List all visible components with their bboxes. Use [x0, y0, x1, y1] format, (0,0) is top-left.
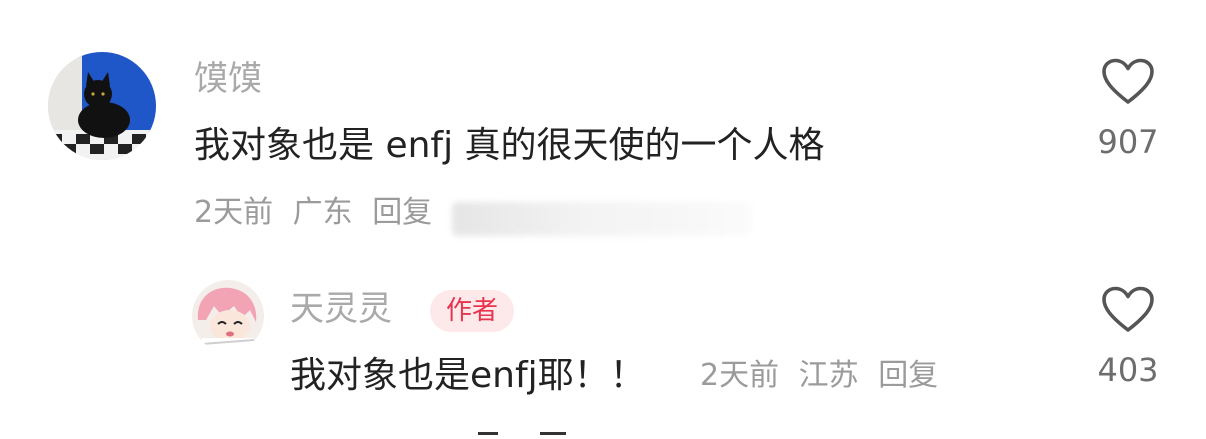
comment-location: 广东 [292, 195, 353, 230]
heart-outline-icon [1102, 286, 1154, 332]
like-button[interactable]: 907 [1088, 58, 1168, 158]
reply-text: 我对象也是enfj耶！！ [290, 355, 646, 396]
comment-meta: 2天前 广东 回复 [194, 198, 442, 228]
commenter-username[interactable]: 馍馍 [194, 62, 262, 96]
reply-location: 江苏 [798, 358, 859, 393]
comment-time: 2天前 [194, 195, 274, 230]
author-username[interactable]: 天灵灵 [290, 292, 392, 326]
blurred-reply-preview [452, 202, 752, 236]
avatar-anime-image [192, 280, 264, 352]
author-badge: 作者 [430, 290, 515, 332]
avatar-author[interactable] [192, 280, 264, 352]
avatar-commenter[interactable] [48, 52, 156, 160]
reply-button[interactable]: 回复 [372, 195, 432, 230]
reply-like-count: 403 [1097, 351, 1159, 389]
reply-like-button[interactable]: 403 [1088, 286, 1168, 386]
avatar-cat-image [48, 52, 156, 160]
like-count: 907 [1097, 123, 1159, 161]
reply-reply-button[interactable]: 回复 [878, 358, 938, 393]
reply-time: 2天前 [700, 358, 780, 393]
comment-text: 我对象也是 enfj 真的很天使的一个人格 [194, 125, 825, 166]
heart-outline-icon [1102, 58, 1154, 104]
clipped-next-row [470, 430, 580, 439]
reply-meta: 2天前 江苏 回复 [700, 361, 948, 391]
